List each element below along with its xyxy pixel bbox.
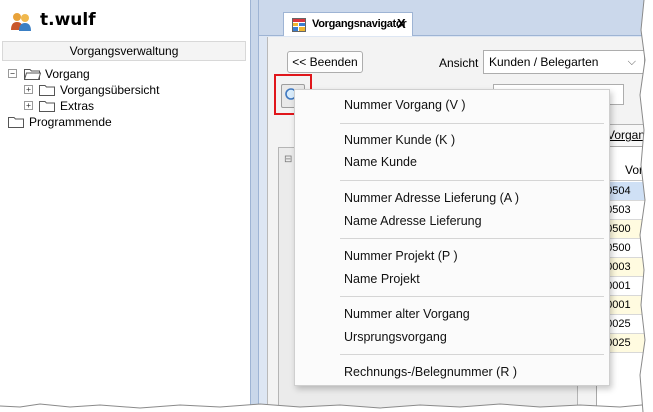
view-select-value: Kunden / Belegarten — [489, 55, 599, 69]
menu-separator — [340, 296, 604, 297]
open-folder-icon — [24, 69, 41, 80]
panel-splitter[interactable] — [250, 0, 259, 412]
app-title: t.wulf — [40, 10, 96, 30]
tree-item-label: Vorgang — [45, 67, 90, 81]
tree-item-vorgang[interactable]: − Vorgang — [8, 66, 208, 82]
grid-icon — [292, 18, 306, 32]
app-header: t.wulf — [0, 0, 250, 40]
menu-item-name-adresse-lieferung[interactable]: Name Adresse Lieferung — [296, 210, 610, 232]
back-button[interactable]: << Beenden — [287, 51, 363, 73]
tree-item-label: Vorgangsübersicht — [60, 83, 160, 97]
tab-vorgangsnavigator[interactable]: Vorgangsnavigator X — [283, 12, 413, 36]
search-field-menu: Nummer Vorgang (V ) Nummer Kunde (K ) Na… — [294, 89, 610, 386]
view-label: Ansicht — [439, 56, 479, 70]
tab-label: Vorgangsnavigator — [312, 18, 407, 30]
users-icon — [11, 13, 31, 31]
menu-separator — [340, 238, 604, 239]
tree-item-vorgangsuebersicht[interactable]: + Vorgangsübersicht — [24, 82, 224, 98]
menu-item-rechnungs-belegnummer[interactable]: Rechnungs-/Belegnummer (R ) — [296, 361, 610, 383]
collapse-icon[interactable]: ⊟ — [284, 154, 292, 165]
expand-icon[interactable]: + — [24, 85, 33, 94]
menu-separator — [340, 354, 604, 355]
tree-item-label: Programmende — [29, 115, 112, 129]
menu-item-name-kunde[interactable]: Name Kunde — [296, 151, 610, 173]
folder-icon — [8, 117, 24, 128]
torn-edge-right — [639, 0, 653, 412]
close-icon[interactable]: X — [397, 16, 406, 31]
tab-strip: Vorgangsnavigator X — [259, 0, 653, 36]
tree-item-extras[interactable]: + Extras — [24, 98, 224, 114]
menu-item-nummer-projekt[interactable]: Nummer Projekt (P ) — [296, 245, 610, 267]
tree-item-programmende[interactable]: Programmende — [8, 114, 208, 130]
section-header: Vorgangsverwaltung — [2, 41, 246, 61]
folder-icon — [39, 85, 55, 96]
menu-item-ursprungsvorgang[interactable]: Ursprungsvorgang — [296, 326, 610, 348]
menu-item-nummer-vorgang[interactable]: Nummer Vorgang (V ) — [296, 94, 610, 116]
expand-icon[interactable]: + — [24, 101, 33, 110]
menu-item-name-projekt[interactable]: Name Projekt — [296, 268, 610, 290]
torn-edge-bottom — [0, 403, 653, 412]
menu-separator — [340, 123, 604, 124]
collapse-icon[interactable]: − — [8, 69, 17, 78]
menu-item-nummer-alter-vorgang[interactable]: Nummer alter Vorgang — [296, 303, 610, 325]
folder-icon — [39, 101, 55, 112]
menu-item-nummer-adresse-lieferung[interactable]: Nummer Adresse Lieferung (A ) — [296, 187, 610, 209]
tree-item-label: Extras — [60, 99, 95, 113]
menu-item-nummer-kunde[interactable]: Nummer Kunde (K ) — [296, 129, 610, 151]
view-select[interactable]: Kunden / Belegarten ⌵ — [483, 50, 645, 74]
navigation-panel: t.wulf Vorgangsverwaltung − Vorgang + Vo… — [0, 0, 250, 412]
menu-separator — [340, 180, 604, 181]
